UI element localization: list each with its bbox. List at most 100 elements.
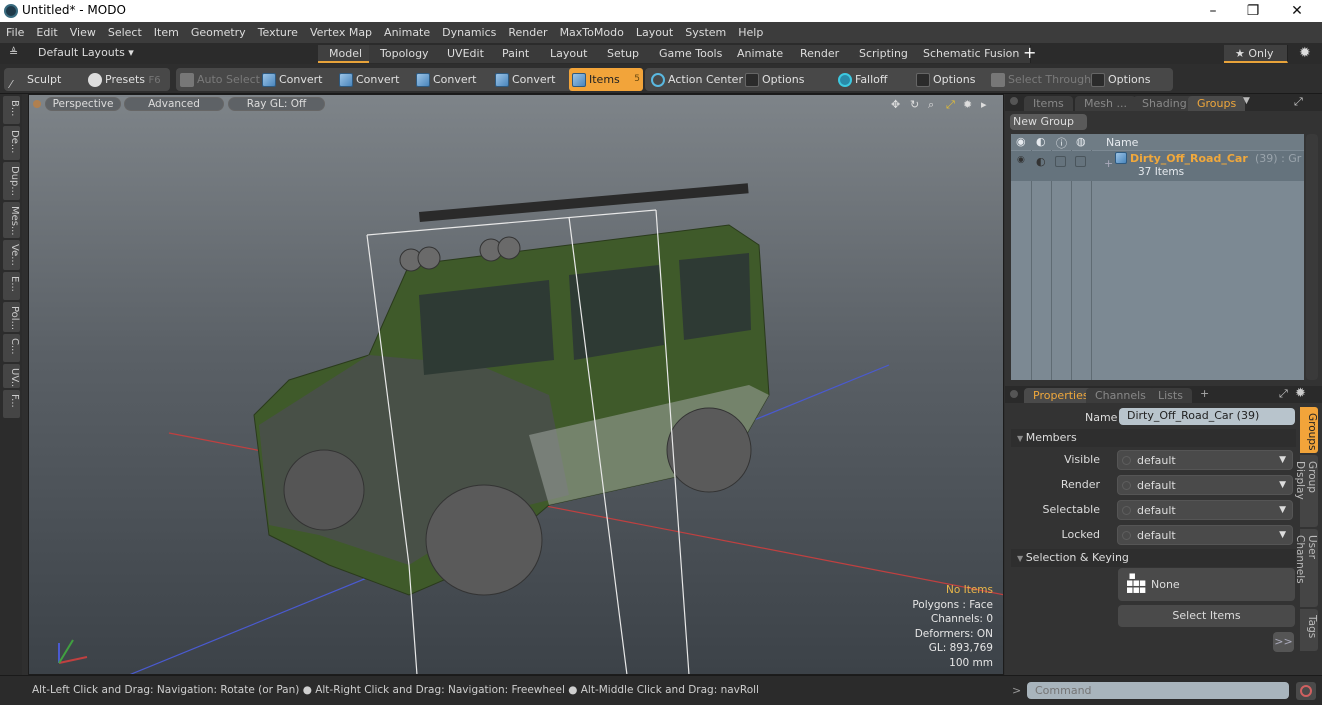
properties-gear-icon[interactable]: ✹ — [1295, 386, 1306, 401]
selectable-dropdown[interactable]: default ▼ — [1117, 500, 1293, 520]
menu-vertex-map[interactable]: Vertex Map — [310, 26, 372, 39]
left-tab-deform[interactable]: De... — [3, 126, 20, 160]
select-checkbox[interactable] — [1075, 156, 1086, 167]
tab-lists[interactable]: Lists — [1149, 388, 1192, 403]
auto-select-button[interactable]: Auto Select — [180, 68, 260, 91]
members-section[interactable]: ▼ Members — [1011, 429, 1296, 447]
tab-groups[interactable]: Groups — [1188, 96, 1246, 111]
tab-render[interactable]: Render — [789, 45, 852, 63]
tab-uvedit[interactable]: UVEdit — [436, 45, 496, 63]
command-input[interactable] — [1027, 682, 1289, 699]
menu-help[interactable]: Help — [738, 26, 763, 39]
menu-system[interactable]: System — [685, 26, 726, 39]
side-tab-user-channels[interactable]: User Channels — [1294, 529, 1318, 607]
select-options-button[interactable]: Options — [1091, 68, 1150, 91]
3d-viewport[interactable]: Perspective Advanced Ray GL: Off ✥ ↻ ⌕ ⤢… — [28, 94, 1004, 675]
default-layouts-dropdown[interactable]: Default Layouts ▾ — [38, 46, 134, 59]
side-tab-tags[interactable]: Tags — [1300, 609, 1318, 651]
tab-channels[interactable]: Channels — [1086, 388, 1155, 403]
visibility-eye-icon[interactable]: ◉ — [1017, 155, 1025, 165]
side-tab-groups[interactable]: Groups — [1300, 407, 1318, 453]
tab-game-tools[interactable]: Game Tools — [648, 45, 735, 63]
presets-button[interactable]: Presets F6 — [88, 68, 161, 91]
add-tab-button[interactable]: + — [1200, 387, 1209, 400]
panel-menu-icon[interactable] — [1010, 97, 1018, 105]
falloff-button[interactable]: Falloff — [838, 68, 887, 91]
tab-items[interactable]: Items — [1024, 96, 1073, 111]
lock-checkbox[interactable] — [1055, 156, 1066, 167]
menu-animate[interactable]: Animate — [384, 26, 430, 39]
side-tab-group-display[interactable]: Group Display — [1294, 455, 1318, 527]
convert-vertices-button[interactable]: Convert — [262, 68, 323, 91]
tab-setup[interactable]: Setup — [596, 45, 652, 63]
convert-edges-button[interactable]: Convert — [339, 68, 400, 91]
panel-menu-icon[interactable] — [1010, 390, 1018, 398]
tab-shading[interactable]: Shading — [1133, 96, 1196, 111]
left-tab-duplicate[interactable]: Dup... — [3, 162, 20, 200]
tab-topology[interactable]: Topology — [369, 45, 441, 63]
none-preset-button[interactable]: ▪ ▪▪▪ ▪▪▪ None — [1118, 568, 1295, 601]
render-camera-icon[interactable]: ◐ — [1036, 135, 1046, 148]
name-field[interactable]: Dirty_Off_Road_Car (39) — [1119, 408, 1295, 425]
left-tab-vertex[interactable]: Ve... — [3, 240, 20, 270]
render-camera-icon[interactable]: ◐ — [1036, 155, 1046, 168]
maximize-panel-icon[interactable]: ⤢ — [1279, 387, 1288, 401]
menu-texture[interactable]: Texture — [258, 26, 298, 39]
tab-layout[interactable]: Layout — [539, 45, 600, 63]
layout-up-icon[interactable]: ≜ — [9, 46, 18, 59]
only-filter-button[interactable]: ★ Only — [1224, 45, 1288, 63]
tab-schematic-fusion[interactable]: Schematic Fusion — [912, 45, 1032, 63]
tab-scripting[interactable]: Scripting — [848, 45, 920, 63]
action-center-button[interactable]: Action Center — [651, 68, 743, 91]
menu-view[interactable]: View — [70, 26, 96, 39]
menu-maxtomodo[interactable]: MaxToModo — [560, 26, 624, 39]
render-dropdown[interactable]: default ▼ — [1117, 475, 1293, 495]
menu-file[interactable]: File — [6, 26, 24, 39]
menu-layout[interactable]: Layout — [636, 26, 673, 39]
maximize-panel-icon[interactable]: ⤢ — [1294, 95, 1303, 109]
add-layout-button[interactable]: + — [1023, 43, 1036, 62]
gear-icon[interactable]: ✹ — [1299, 45, 1311, 61]
lock-icon[interactable]: ⓘ — [1056, 135, 1067, 151]
menu-item[interactable]: Item — [154, 26, 179, 39]
sculpt-button[interactable]: ⁄ Sculpt — [10, 68, 61, 91]
left-tab-uv[interactable]: UV... — [3, 364, 20, 388]
selection-keying-section[interactable]: ▼ Selection & Keying — [1011, 549, 1296, 567]
left-tab-curve[interactable]: C... — [3, 334, 20, 362]
visibility-eye-icon[interactable]: ◉ — [1016, 135, 1026, 148]
group-list-scrollbar[interactable] — [1306, 134, 1318, 380]
new-group-button[interactable]: New Group — [1010, 114, 1087, 130]
tab-mesh[interactable]: Mesh ... — [1075, 96, 1136, 111]
falloff-options-button[interactable]: Options — [916, 68, 975, 91]
items-mode-button[interactable]: Items 5 — [569, 68, 643, 91]
left-tab-mesh-edit[interactable]: Mes... — [3, 202, 20, 238]
visible-dropdown[interactable]: default ▼ — [1117, 450, 1293, 470]
more-button[interactable]: >> — [1273, 632, 1294, 652]
record-button[interactable] — [1296, 682, 1316, 700]
select-through-button[interactable]: Select Through — [991, 68, 1091, 91]
expand-plus-icon[interactable]: + — [1104, 157, 1113, 170]
tab-animate[interactable]: Animate — [726, 45, 796, 63]
left-tab-edge[interactable]: E... — [3, 272, 20, 300]
tabs-dropdown-icon[interactable]: ▼ — [1243, 96, 1250, 106]
menu-geometry[interactable]: Geometry — [191, 26, 246, 39]
convert-materials-button[interactable]: Convert — [495, 68, 556, 91]
close-button[interactable]: ✕ — [1274, 0, 1320, 22]
select-items-button[interactable]: Select Items — [1118, 605, 1295, 627]
menu-dynamics[interactable]: Dynamics — [442, 26, 496, 39]
left-tab-polygon[interactable]: Pol... — [3, 302, 20, 332]
left-tab-basic[interactable]: B... — [3, 96, 20, 124]
menu-edit[interactable]: Edit — [36, 26, 57, 39]
tab-model[interactable]: Model — [318, 45, 375, 63]
list-item[interactable]: ◉ ◐ + Dirty_Off_Road_Car (39) : Gr ... 3… — [1011, 151, 1315, 181]
menu-render[interactable]: Render — [508, 26, 547, 39]
menu-select[interactable]: Select — [108, 26, 142, 39]
left-tab-fusion[interactable]: F... — [3, 390, 20, 418]
locked-dropdown[interactable]: default ▼ — [1117, 525, 1293, 545]
action-options-button[interactable]: Options — [745, 68, 804, 91]
convert-polygons-button[interactable]: Convert — [416, 68, 477, 91]
select-icon[interactable]: ◍ — [1076, 135, 1086, 148]
tab-paint[interactable]: Paint — [491, 45, 542, 63]
name-column-header[interactable]: Name — [1106, 136, 1138, 149]
restore-button[interactable]: ❐ — [1230, 0, 1276, 22]
